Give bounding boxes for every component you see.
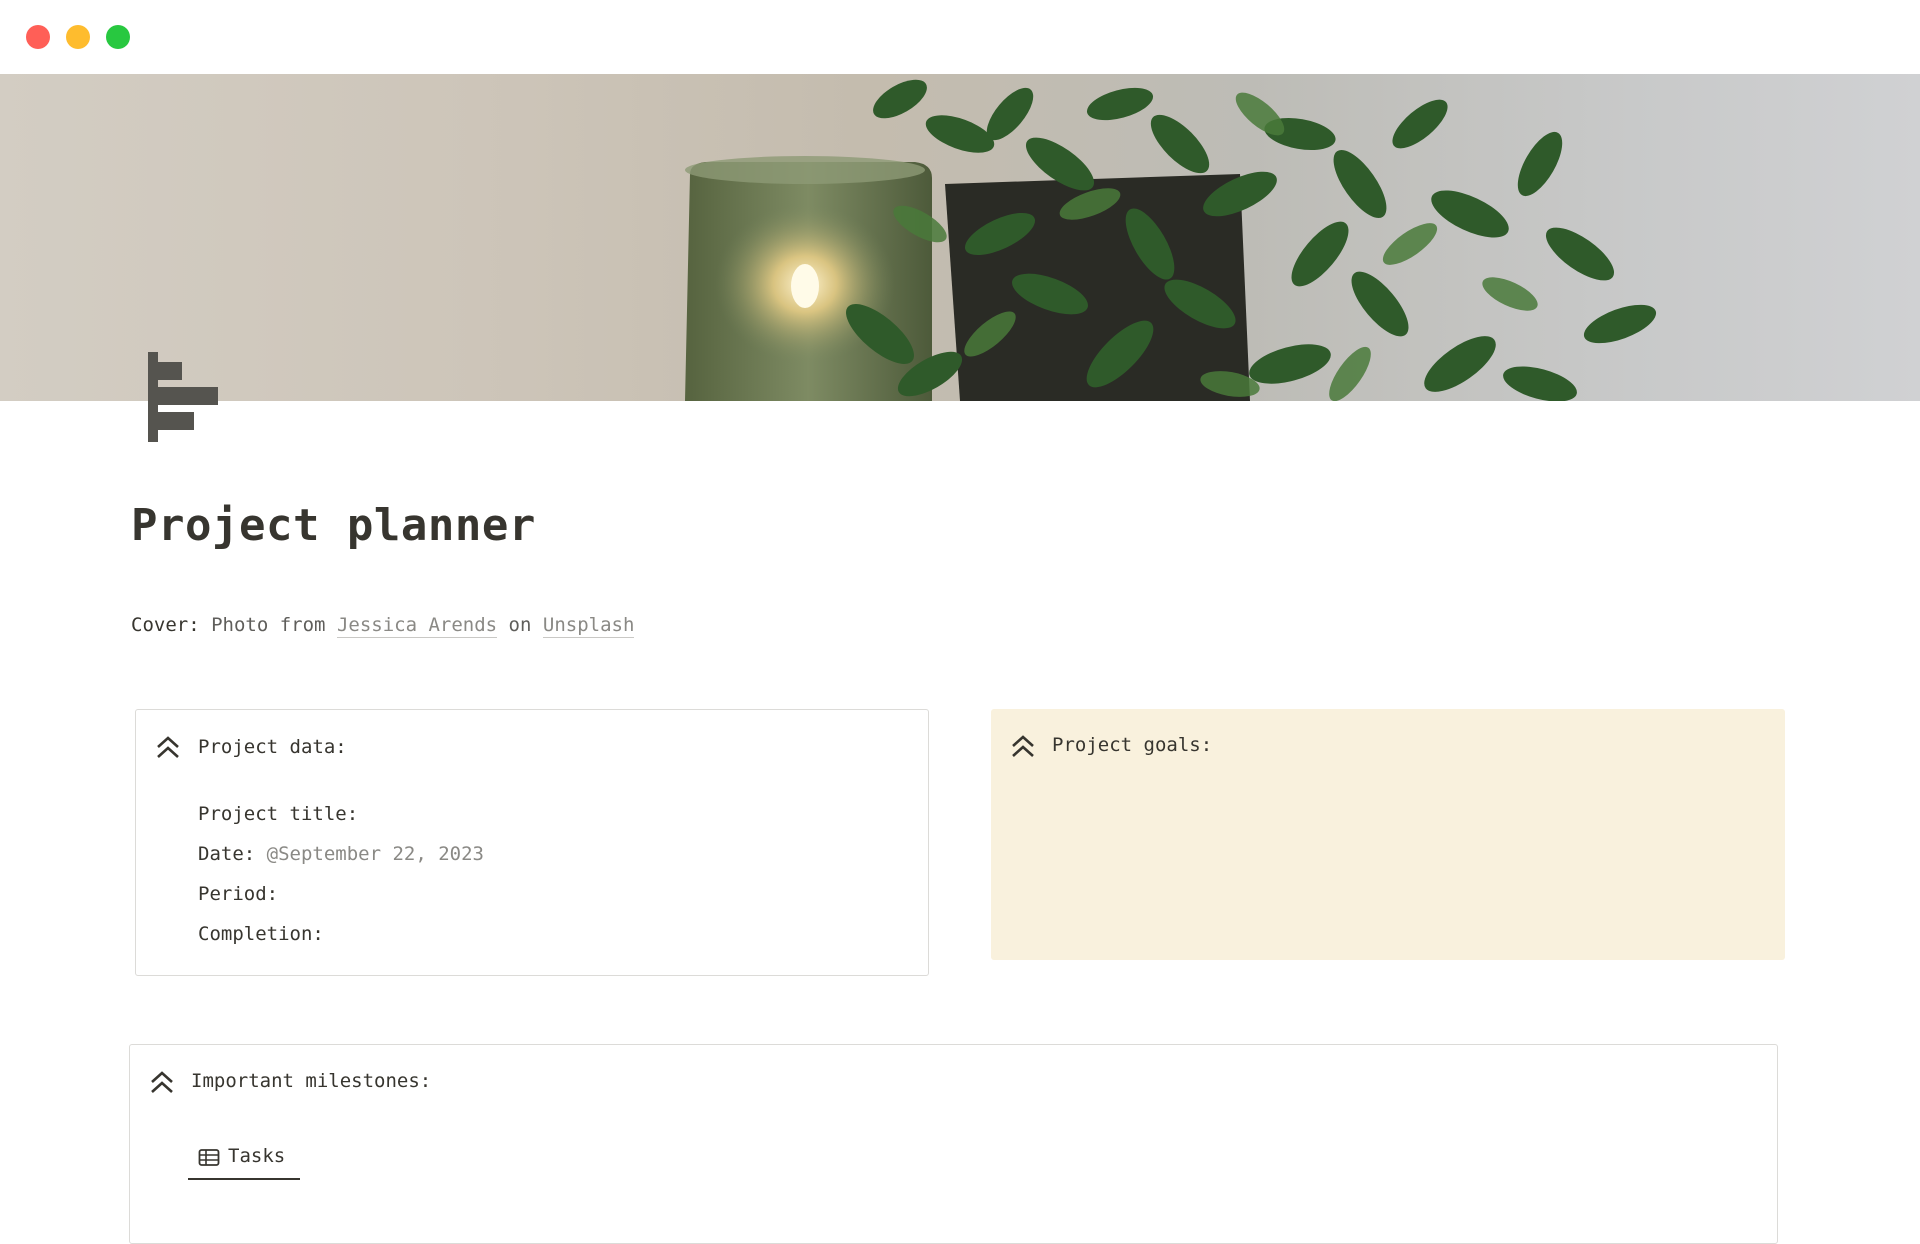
project-data-heading: Project data: [198,736,347,758]
milestones-callout[interactable]: Important milestones: Tasks [129,1044,1778,1244]
project-goals-heading: Project goals: [1052,734,1213,756]
unsplash-link[interactable]: Unsplash [542,614,635,638]
double-chevron-up-icon [1012,735,1034,757]
project-title-row[interactable]: Project title: [198,803,358,825]
project-goals-callout[interactable]: Project goals: [991,709,1785,960]
double-chevron-up-icon [157,736,179,758]
period-label: Period: [198,883,279,905]
cover-credit-text: Photo from [211,614,326,636]
zoom-window-button[interactable] [106,25,130,49]
window-titlebar [0,0,1920,74]
cover-credit: Cover: Photo from Jessica Arends on Unsp… [131,614,635,638]
minimize-window-button[interactable] [66,25,90,49]
cover-credit-between: on [508,614,532,636]
completion-label: Completion: [198,923,324,945]
milestones-heading: Important milestones: [191,1070,432,1092]
cover-credit-label: Cover: [131,614,200,636]
table-icon [198,1149,220,1166]
period-row[interactable]: Period: [198,883,278,905]
page-title[interactable]: Project planner [131,500,536,551]
double-chevron-up-icon [151,1071,173,1093]
completion-row[interactable]: Completion: [198,923,324,945]
date-mention[interactable]: @September 22, 2023 [267,843,484,865]
author-link[interactable]: Jessica Arends [336,614,498,638]
gantt-chart-icon[interactable] [146,350,222,444]
date-row[interactable]: Date: @September 22, 2023 [198,843,484,865]
tab-tasks-label: Tasks [228,1145,286,1167]
date-label: Date: [198,843,256,865]
close-window-button[interactable] [26,25,50,49]
tab-tasks[interactable]: Tasks [188,1140,300,1180]
project-data-callout[interactable]: Project data: Project title: Date: @Sept… [135,709,929,976]
page-cover-image[interactable] [0,74,1920,401]
project-title-label: Project title: [198,803,359,825]
